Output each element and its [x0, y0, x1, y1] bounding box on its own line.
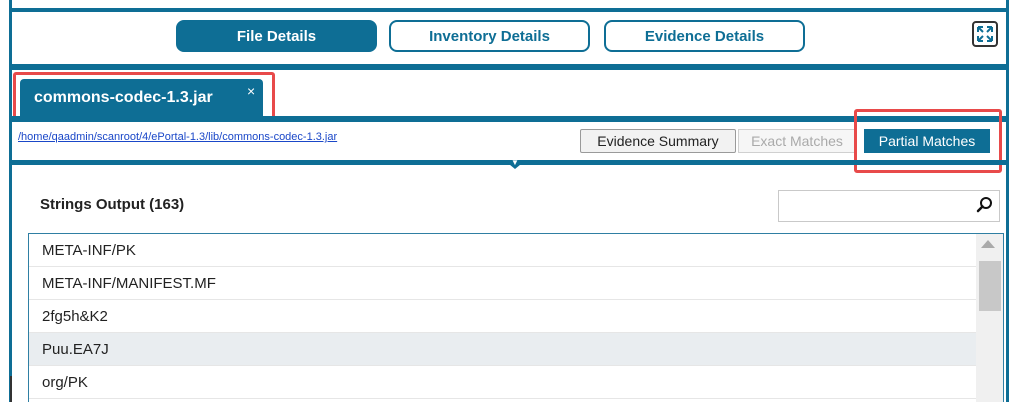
top-border — [9, 8, 1009, 12]
scroll-up-icon[interactable] — [981, 240, 995, 248]
strings-list: META-INF/PK META-INF/MANIFEST.MF 2fg5h&K… — [28, 233, 1004, 402]
scroll-thumb[interactable] — [979, 261, 1001, 311]
search-icon[interactable] — [976, 196, 994, 214]
list-item[interactable]: META-INF/MANIFEST.MF — [29, 267, 976, 300]
chevron-down-icon: ▼ — [511, 158, 519, 167]
strings-output-title: Strings Output (163) — [40, 196, 185, 213]
search-input[interactable] — [778, 190, 1000, 222]
tab-evidence-details[interactable]: Evidence Details — [604, 20, 805, 52]
tab-file-details[interactable]: File Details — [176, 20, 377, 52]
tab-inventory-details[interactable]: Inventory Details — [389, 20, 590, 52]
list-item[interactable]: META-INF/PK — [29, 234, 976, 267]
list-item[interactable]: 2fg5h&K2 — [29, 300, 976, 333]
expand-button[interactable] — [972, 21, 998, 47]
expand-icon — [977, 26, 993, 42]
list-item[interactable]: org/PK — [29, 366, 976, 399]
file-path-link[interactable]: /home/qaadmin/scanroot/4/ePortal-1.3/lib… — [18, 131, 337, 143]
evidence-summary-button[interactable]: Evidence Summary — [580, 129, 736, 153]
scrollbar[interactable] — [976, 234, 1003, 402]
highlight-box-file-tab — [13, 72, 275, 122]
left-edge-divider — [10, 376, 12, 402]
exact-matches-button[interactable]: Exact Matches — [738, 129, 856, 153]
list-item-selected[interactable]: Puu.EA7J — [29, 333, 976, 366]
